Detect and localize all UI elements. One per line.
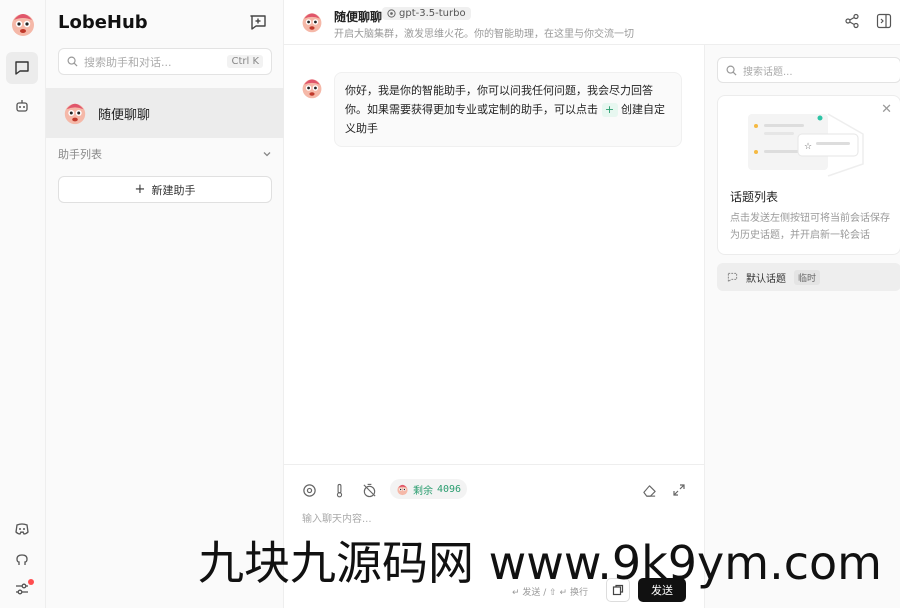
close-icon[interactable]: ✕	[881, 103, 892, 116]
history-limit-button[interactable]	[360, 481, 378, 499]
chat-main: 你好，我是你的智能助手，你可以问我任何问题，我会尽力回答你。如果需要获得更加专业…	[284, 0, 704, 608]
search-icon	[726, 65, 737, 76]
token-counter: 剩余 4096	[390, 479, 468, 499]
tokens-value: 4096	[437, 483, 462, 495]
topic-search-placeholder: 搜索话题...	[743, 66, 793, 78]
clear-button[interactable]	[640, 481, 658, 499]
chevron-down-icon	[263, 152, 271, 157]
panel-toggle-icon[interactable]	[876, 13, 892, 29]
topic-search-input[interactable]: 搜索话题...	[717, 57, 900, 83]
search-icon	[67, 56, 78, 67]
assistant-avatar	[302, 79, 322, 99]
eraser-icon	[642, 484, 656, 497]
watermark-text: 九块九源码网 www.9k9ym.com	[198, 536, 882, 590]
chat-input[interactable]: 输入聊天内容...	[302, 510, 372, 525]
update-badge	[28, 579, 34, 585]
topic-illustration-icon: ☆	[748, 113, 864, 177]
settings-button[interactable]	[6, 575, 38, 603]
session-sidebar: LobeHub 搜索助手和对话... Ctrl K 随便聊聊 助手列表 + 新建…	[46, 0, 284, 608]
create-assistant-chip[interactable]: +	[601, 103, 618, 117]
brain-icon	[302, 483, 316, 497]
new-assistant-button[interactable]: + 新建助手	[58, 176, 272, 203]
model-settings-button[interactable]	[300, 481, 318, 499]
default-topic-label: 默认话题	[746, 273, 786, 285]
nav-rail	[0, 0, 46, 608]
new-chat-icon[interactable]	[249, 14, 267, 32]
chat-nav-button[interactable]	[6, 52, 38, 84]
discord-icon	[15, 523, 29, 535]
token-avatar-icon	[397, 484, 408, 495]
topic-card-title: 话题列表	[730, 190, 779, 204]
bot-icon	[16, 100, 28, 112]
github-button[interactable]	[6, 545, 38, 573]
lobe-logo-icon[interactable]	[9, 10, 37, 38]
session-search-input[interactable]: 搜索助手和对话... Ctrl K	[58, 48, 272, 75]
session-item[interactable]: 随便聊聊	[46, 88, 284, 138]
chat-bubble-icon	[15, 61, 29, 75]
group-label: 助手列表	[58, 148, 102, 161]
share-icon[interactable]	[844, 13, 860, 29]
default-topic-item[interactable]: 默认话题 临时	[717, 263, 900, 291]
expand-button[interactable]	[670, 481, 688, 499]
discord-button[interactable]	[6, 515, 38, 543]
market-nav-button[interactable]	[6, 90, 38, 122]
temperature-button[interactable]	[330, 481, 348, 499]
topic-chat-icon	[727, 272, 738, 283]
github-icon	[16, 554, 28, 565]
tokens-label: 剩余	[413, 485, 433, 497]
assistant-message: 你好，我是你的智能助手，你可以问我任何问题，我会尽力回答你。如果需要获得更加专业…	[334, 72, 682, 147]
topic-guide-card: ✕ ☆ 话题列表 点击发送左侧按钮可将当前会话保存为历史话题，并开启新一轮会话	[717, 95, 900, 255]
timer-off-icon	[362, 483, 376, 497]
topic-panel: 搜索话题... ✕ ☆ 话题列表 点击发送左侧按钮可将当前会话保存为历史话题，并…	[704, 45, 900, 608]
session-name: 随便聊聊	[98, 107, 151, 123]
svg-text:☆: ☆	[804, 142, 812, 152]
brand-title: LobeHub	[58, 12, 148, 33]
thermometer-icon	[336, 483, 342, 497]
search-shortcut: Ctrl K	[227, 55, 263, 68]
assistant-group-header[interactable]: 助手列表	[58, 146, 272, 162]
plus-icon: +	[134, 182, 146, 197]
temporary-tag: 临时	[794, 269, 821, 285]
search-placeholder: 搜索助手和对话...	[84, 55, 172, 69]
expand-icon	[673, 484, 685, 496]
new-assistant-label: 新建助手	[151, 183, 196, 197]
session-avatar	[64, 103, 86, 125]
topic-card-text: 点击发送左侧按钮可将当前会话保存为历史话题，并开启新一轮会话	[730, 213, 890, 241]
